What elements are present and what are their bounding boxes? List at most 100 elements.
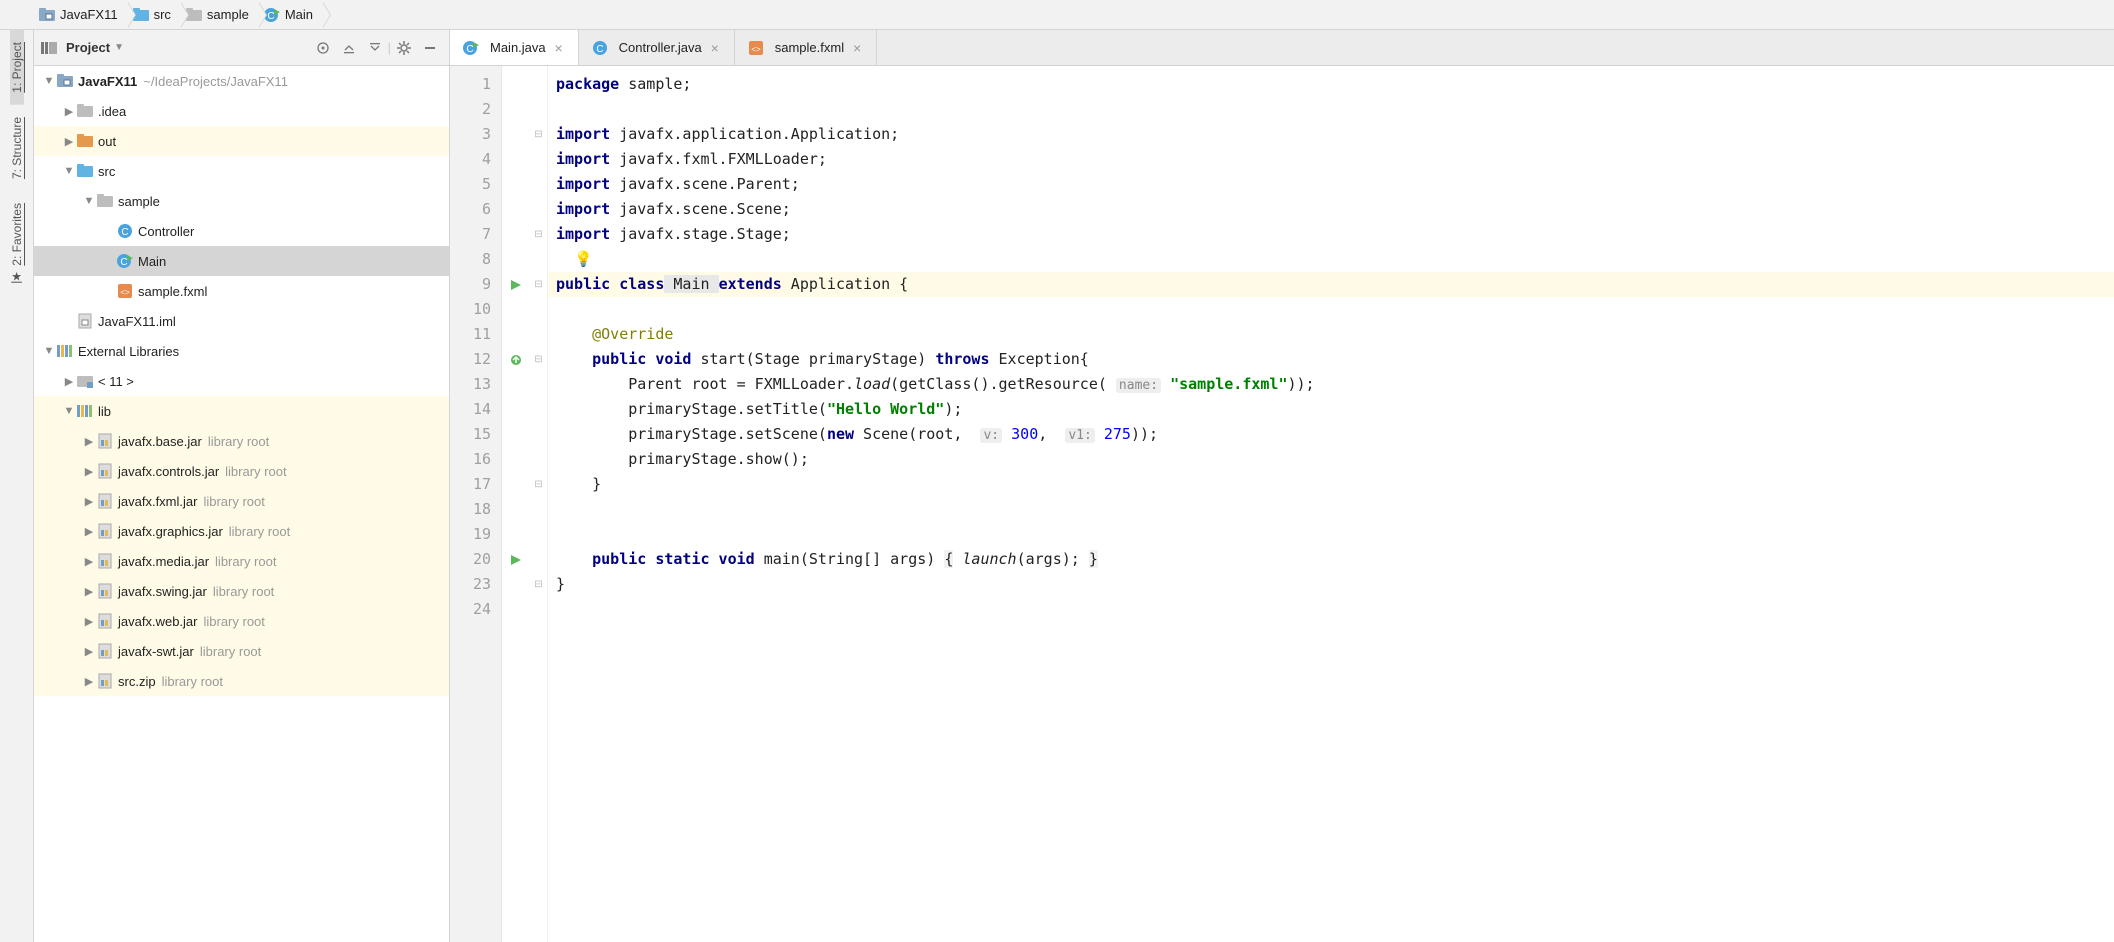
- tree-node-jar[interactable]: ▶javafx-swt.jarlibrary root: [34, 636, 449, 666]
- code-line: import javafx.application.Application;: [548, 122, 2114, 147]
- locate-button[interactable]: [312, 37, 334, 59]
- breadcrumb-item[interactable]: JavaFX11: [34, 0, 128, 29]
- code-line: Parent root = FXMLLoader.load(getClass()…: [548, 372, 2114, 397]
- fxml-icon: <>: [116, 282, 134, 300]
- jar-icon: [96, 642, 114, 660]
- fold-toggle[interactable]: ⊟: [530, 347, 547, 372]
- twisty-closed-icon[interactable]: ▶: [82, 465, 96, 478]
- panel-title[interactable]: Project ▼: [40, 39, 124, 57]
- class-icon: C: [591, 39, 609, 57]
- tree-node-main[interactable]: CMain: [34, 246, 449, 276]
- fold-toggle[interactable]: ⊟: [530, 472, 547, 497]
- twisty-closed-icon[interactable]: ▶: [82, 645, 96, 658]
- collapse-all-button[interactable]: [364, 37, 386, 59]
- twisty-open-icon[interactable]: ▼: [42, 345, 56, 357]
- twisty-closed-icon[interactable]: ▶: [62, 375, 76, 388]
- code-line: public void start(Stage primaryStage) th…: [548, 347, 2114, 372]
- jar-icon: [96, 522, 114, 540]
- fold-gutter[interactable]: ⊟ ⊟ ⊟ ⊟ ⊟ ⊟: [530, 66, 548, 942]
- jdk-icon: [76, 372, 94, 390]
- twisty-closed-icon[interactable]: ▶: [82, 585, 96, 598]
- fold-toggle[interactable]: ⊟: [530, 272, 547, 297]
- rail-favorites[interactable]: ★ 2: Favorites: [10, 191, 24, 296]
- project-tree[interactable]: ▼ JavaFX11 ~/IdeaProjects/JavaFX11 ▶.ide…: [34, 66, 449, 942]
- close-icon[interactable]: ×: [850, 40, 864, 56]
- tree-node-lib[interactable]: ▼lib: [34, 396, 449, 426]
- close-icon[interactable]: ×: [552, 40, 566, 56]
- rail-structure[interactable]: 7: Structure: [10, 105, 24, 191]
- folder-icon: [96, 192, 114, 210]
- run-icon[interactable]: [510, 279, 522, 291]
- tree-node-iml[interactable]: JavaFX11.iml: [34, 306, 449, 336]
- tree-node-jar[interactable]: ▶javafx.graphics.jarlibrary root: [34, 516, 449, 546]
- breadcrumb-label: src: [154, 7, 171, 22]
- tree-node-out[interactable]: ▶out: [34, 126, 449, 156]
- override-icon[interactable]: [510, 354, 522, 366]
- twisty-closed-icon[interactable]: ▶: [62, 105, 76, 118]
- breadcrumb-label: JavaFX11: [60, 7, 118, 22]
- code-line: [548, 597, 2114, 622]
- code-content[interactable]: package sample; import javafx.applicatio…: [548, 66, 2114, 942]
- code-line: 💡: [548, 247, 2114, 272]
- twisty-open-icon[interactable]: ▼: [82, 195, 96, 207]
- jar-icon: [96, 582, 114, 600]
- run-gutter[interactable]: [502, 66, 530, 942]
- hide-button[interactable]: [419, 37, 441, 59]
- tree-node-jar[interactable]: ▶javafx.fxml.jarlibrary root: [34, 486, 449, 516]
- tree-node-jar[interactable]: ▶src.ziplibrary root: [34, 666, 449, 696]
- code-line: [548, 497, 2114, 522]
- code-line: [548, 522, 2114, 547]
- breadcrumb-item[interactable]: sample: [181, 0, 259, 29]
- libraries-icon: [76, 402, 94, 420]
- lightbulb-icon[interactable]: 💡: [574, 250, 593, 268]
- rail-project[interactable]: 1: Project: [10, 30, 24, 105]
- tree-node-sample[interactable]: ▼sample: [34, 186, 449, 216]
- twisty-closed-icon[interactable]: ▶: [82, 555, 96, 568]
- twisty-closed-icon[interactable]: ▶: [82, 615, 96, 628]
- breadcrumb-item[interactable]: src: [128, 0, 181, 29]
- twisty-closed-icon[interactable]: ▶: [62, 135, 76, 148]
- tree-root[interactable]: ▼ JavaFX11 ~/IdeaProjects/JavaFX11: [34, 66, 449, 96]
- gear-icon[interactable]: [393, 37, 415, 59]
- fold-toggle[interactable]: ⊟: [530, 222, 547, 247]
- class-icon: C: [116, 222, 134, 240]
- editor-tab-fxml[interactable]: <> sample.fxml ×: [735, 30, 877, 65]
- tree-node-idea[interactable]: ▶.idea: [34, 96, 449, 126]
- twisty-open-icon[interactable]: ▼: [62, 405, 76, 417]
- close-icon[interactable]: ×: [708, 40, 722, 56]
- line-number-gutter[interactable]: 12345678910111213141516171819202324: [450, 66, 502, 942]
- class-run-icon: C: [116, 252, 134, 270]
- svg-text:C: C: [466, 44, 473, 55]
- twisty-closed-icon[interactable]: ▶: [82, 525, 96, 538]
- tree-node-fxml[interactable]: <>sample.fxml: [34, 276, 449, 306]
- tree-node-src[interactable]: ▼src: [34, 156, 449, 186]
- editor-body[interactable]: 12345678910111213141516171819202324 ⊟⊟⊟⊟…: [450, 66, 2114, 942]
- tree-node-controller[interactable]: CController: [34, 216, 449, 246]
- tree-node-jar[interactable]: ▶javafx.controls.jarlibrary root: [34, 456, 449, 486]
- tree-node-jar[interactable]: ▶javafx.media.jarlibrary root: [34, 546, 449, 576]
- tree-node-jar[interactable]: ▶javafx.base.jarlibrary root: [34, 426, 449, 456]
- tree-node-jar[interactable]: ▶javafx.web.jarlibrary root: [34, 606, 449, 636]
- run-icon[interactable]: [510, 554, 522, 566]
- twisty-closed-icon[interactable]: ▶: [82, 675, 96, 688]
- tree-node-jar[interactable]: ▶javafx.swing.jarlibrary root: [34, 576, 449, 606]
- tree-node-external-libraries[interactable]: ▼External Libraries: [34, 336, 449, 366]
- twisty-closed-icon[interactable]: ▶: [82, 495, 96, 508]
- jar-icon: [96, 492, 114, 510]
- svg-text:C: C: [120, 257, 127, 268]
- fold-toggle[interactable]: ⊟: [530, 122, 547, 147]
- fold-toggle[interactable]: ⊟: [530, 572, 547, 597]
- breadcrumb-bar: JavaFX11 src sample C Main: [0, 0, 2114, 30]
- jar-icon: [96, 552, 114, 570]
- expand-all-button[interactable]: [338, 37, 360, 59]
- project-panel: Project ▼ | ▼ JavaFX11 ~/IdeaProjects/Ja…: [34, 30, 450, 942]
- twisty-closed-icon[interactable]: ▶: [82, 435, 96, 448]
- twisty-open-icon[interactable]: ▼: [42, 75, 56, 87]
- editor-tab-main[interactable]: C Main.java ×: [450, 30, 579, 65]
- editor-tab-controller[interactable]: C Controller.java ×: [579, 30, 735, 65]
- twisty-open-icon[interactable]: ▼: [62, 165, 76, 177]
- module-icon: [56, 72, 74, 90]
- code-line: import javafx.stage.Stage;: [548, 222, 2114, 247]
- breadcrumb-item[interactable]: C Main: [259, 0, 323, 29]
- tree-node-jdk[interactable]: ▶< 11 >: [34, 366, 449, 396]
